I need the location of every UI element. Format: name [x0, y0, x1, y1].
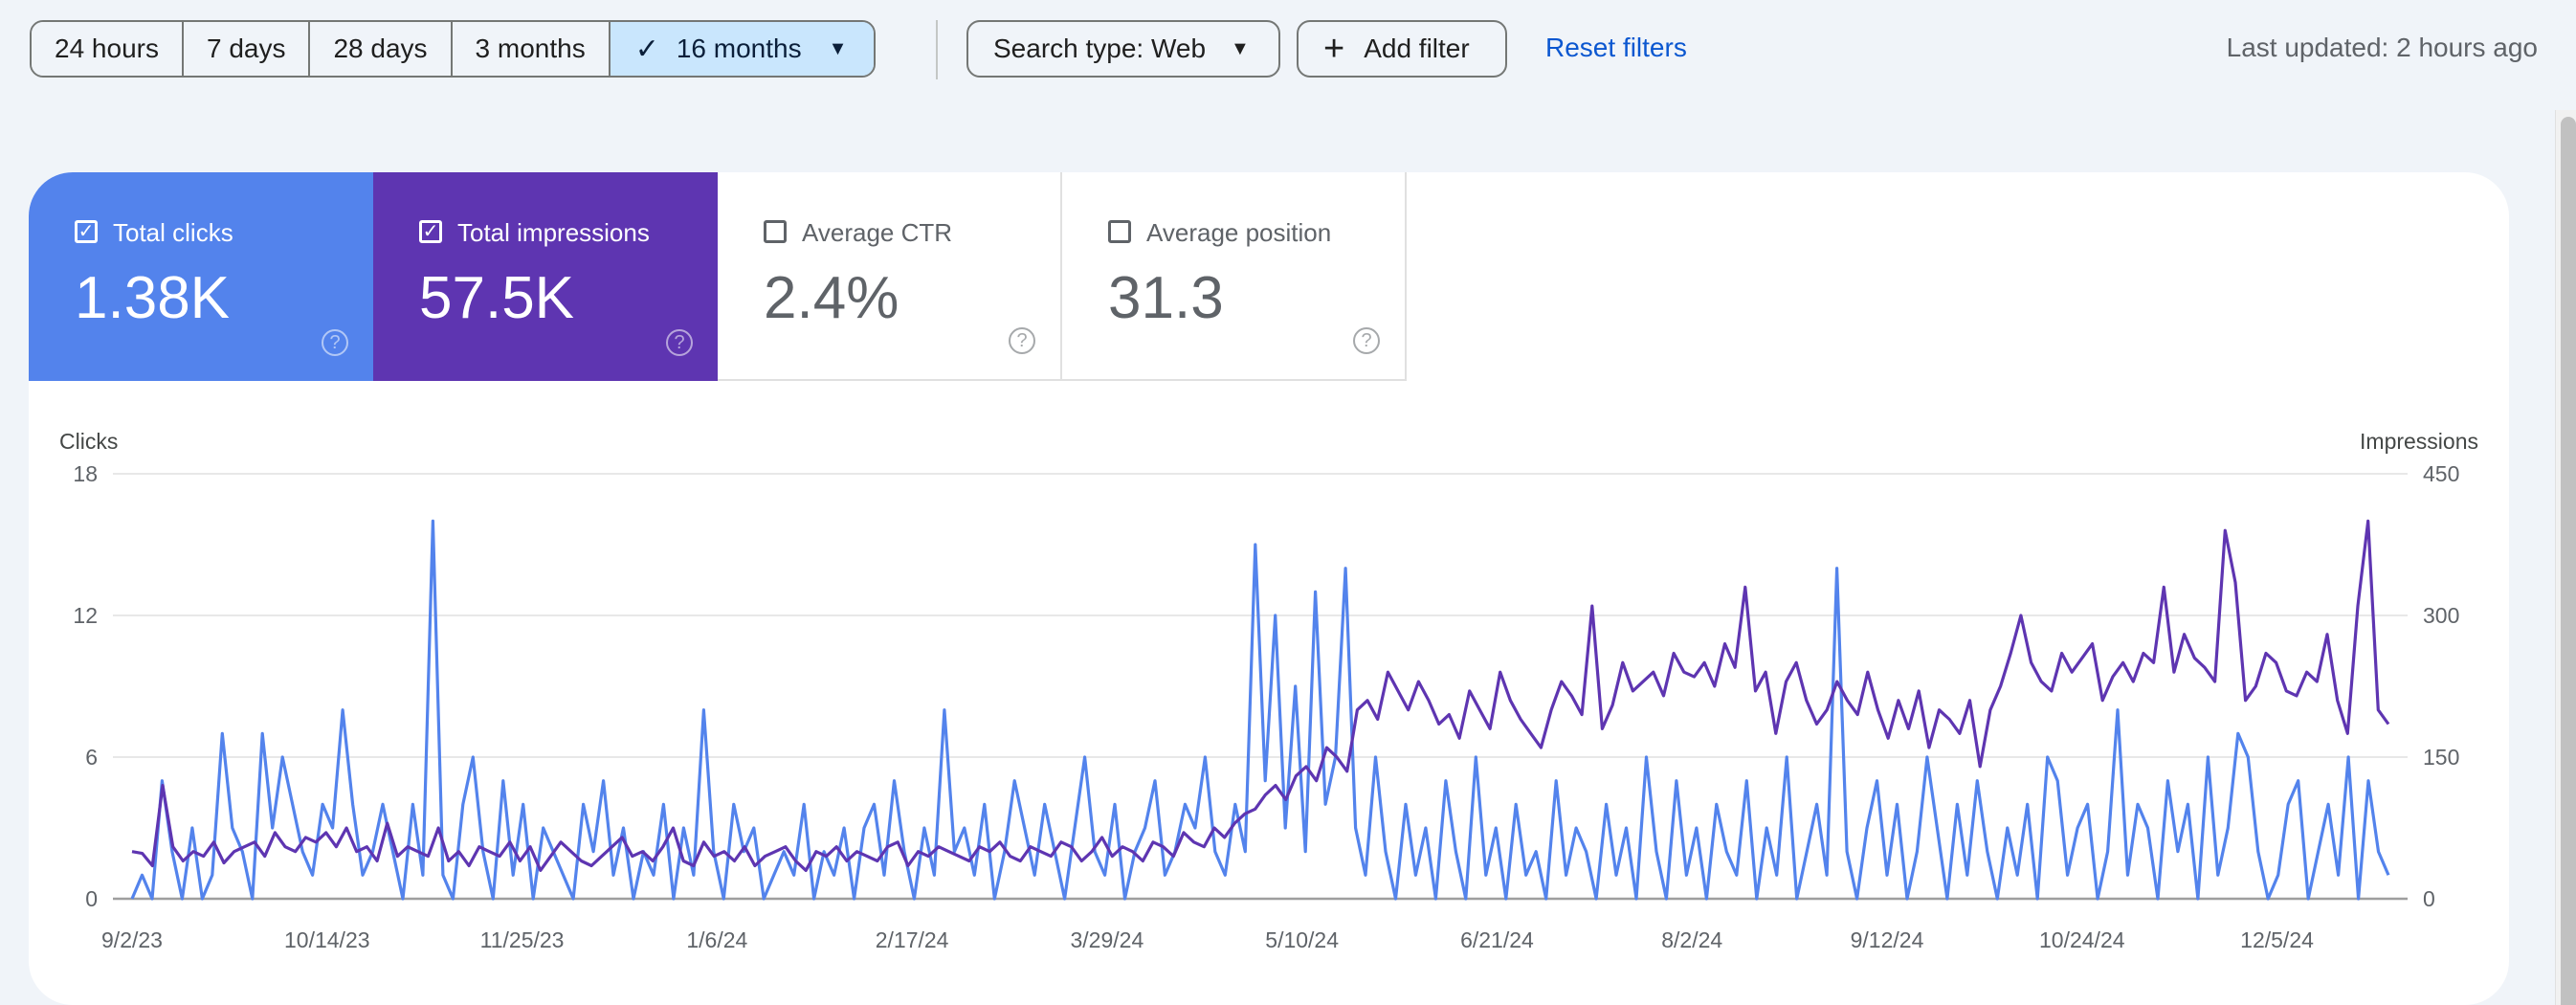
- series-line-clicks: [130, 519, 2390, 901]
- right-tick-label: 0: [2423, 886, 2435, 911]
- range-7-days-button[interactable]: 7 days: [183, 22, 311, 76]
- performance-chart[interactable]: 0 0 6 150 12 300 18 450 9/2/23 10/14/23 11/25/23 1/…: [29, 172, 2509, 1005]
- dropdown-arrow-icon: ▼: [828, 37, 848, 59]
- x-tick-label: 3/29/24: [1071, 927, 1144, 952]
- toolbar-divider: [936, 20, 938, 79]
- range-3-months-button[interactable]: 3 months: [452, 22, 611, 76]
- range-label: 28 days: [333, 34, 428, 63]
- reset-filters-link[interactable]: Reset filters: [1545, 33, 1687, 63]
- x-tick-label: 12/5/24: [2240, 927, 2314, 952]
- left-tick-label: 18: [73, 461, 98, 486]
- plus-icon: +: [1323, 29, 1345, 69]
- check-icon: ✓: [634, 33, 659, 65]
- x-tick-label: 8/2/24: [1661, 927, 1722, 952]
- x-tick-label: 5/10/24: [1265, 927, 1339, 952]
- performance-card: ✓ Total clicks 1.38K ? ✓ Total impressio…: [29, 172, 2509, 1005]
- add-filter-label: Add filter: [1364, 34, 1470, 63]
- date-range-segmented-control: 24 hours 7 days 28 days 3 months ✓ 16 mo…: [30, 20, 877, 78]
- right-tick-label: 150: [2423, 745, 2459, 770]
- dropdown-arrow-icon: ▼: [1231, 37, 1250, 59]
- right-tick-label: 300: [2423, 603, 2459, 628]
- right-tick-label: 450: [2423, 461, 2459, 486]
- range-label: 16 months: [676, 34, 802, 63]
- x-tick-label: 10/24/24: [2039, 927, 2125, 952]
- range-label: 3 months: [475, 34, 586, 63]
- search-type-label: Search type: Web: [993, 34, 1207, 63]
- x-tick-label: 2/17/24: [876, 927, 949, 952]
- left-tick-label: 12: [73, 603, 98, 628]
- last-updated-text: Last updated: 2 hours ago: [2226, 33, 2538, 62]
- x-tick-label: 9/12/24: [1851, 927, 1924, 952]
- range-24-hours-button[interactable]: 24 hours: [32, 22, 184, 76]
- left-tick-label: 6: [85, 745, 98, 770]
- search-type-dropdown[interactable]: Search type: Web ▼: [966, 20, 1280, 78]
- scrollbar-thumb[interactable]: [2561, 117, 2576, 1005]
- range-label: 7 days: [206, 34, 286, 63]
- x-tick-label: 6/21/24: [1460, 927, 1534, 952]
- left-tick-label: 0: [85, 886, 98, 911]
- x-tick-label: 1/6/24: [686, 927, 747, 952]
- range-16-months-button[interactable]: ✓ 16 months ▼: [610, 22, 875, 76]
- range-28-days-button[interactable]: 28 days: [310, 22, 453, 76]
- range-label: 24 hours: [55, 34, 159, 63]
- x-tick-label: 9/2/23: [101, 927, 163, 952]
- x-tick-label: 11/25/23: [480, 927, 565, 952]
- x-tick-label: 10/14/23: [284, 927, 370, 952]
- add-filter-button[interactable]: + Add filter: [1297, 20, 1507, 78]
